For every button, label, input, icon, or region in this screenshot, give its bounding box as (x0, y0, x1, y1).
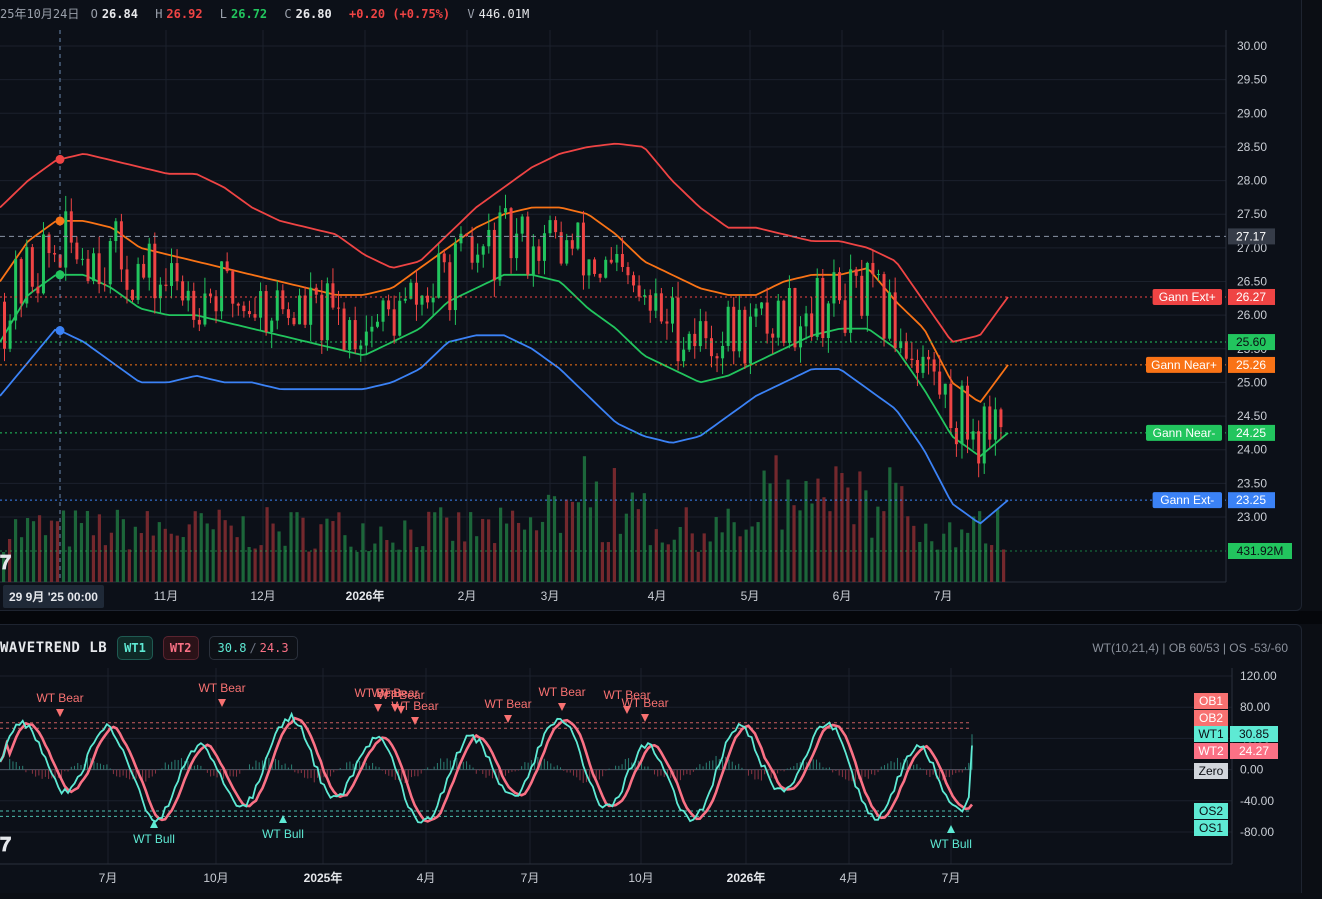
osc-level-label: WT2 (1198, 744, 1224, 758)
wt-bear-arrow (218, 699, 226, 707)
value-separator: / (249, 641, 257, 655)
osc-time-tick: 2026年 (727, 870, 766, 885)
wt-bear-label: WT Bear (36, 691, 83, 705)
tradingview-logo-icon-2[interactable]: 𝟕 (0, 832, 11, 856)
wt-bear-arrow (504, 715, 512, 723)
osc-time-tick: 7月 (942, 871, 961, 885)
open-value: 26.84 (101, 7, 138, 21)
osc-time-tick: 10月 (628, 871, 653, 885)
legend-date: 25年10月24日 (0, 7, 80, 21)
wt-bull-label: WT Bull (930, 837, 972, 851)
osc-value-label: 30.85 (1239, 727, 1269, 741)
close-label: C (284, 7, 292, 21)
wt2-value: 24.3 (259, 641, 289, 655)
low-value: 26.72 (231, 7, 268, 21)
wt-bull-label: WT Bull (262, 827, 304, 841)
osc-time-tick: 4月 (840, 871, 859, 885)
osc-value-label: 24.27 (1239, 744, 1269, 758)
osc-axis-tick: -40.00 (1240, 794, 1274, 808)
wt-bull-arrow (947, 825, 955, 833)
wt1-pill[interactable]: WT1 (117, 636, 153, 660)
indicator-title[interactable]: WAVETREND LB (0, 640, 107, 656)
wt2-pill[interactable]: WT2 (162, 636, 199, 660)
osc-time-tick: 10月 (203, 871, 228, 885)
osc-axis-tick: -80.00 (1240, 825, 1274, 839)
volume-value: 446.01M (478, 7, 530, 21)
osc-level-label: Zero (1199, 764, 1224, 778)
wt-bull-arrow (279, 815, 287, 823)
change-value: +0.20 (+0.75%) (348, 7, 451, 21)
tradingview-logo-icon[interactable]: 𝟕 (0, 550, 11, 574)
wt-bear-arrow (411, 717, 419, 725)
wavetrend-chart[interactable]: 120.0080.0040.000.00-40.00-80.007月10月202… (0, 0, 1322, 899)
wt-bear-arrow (641, 714, 649, 722)
ohlc-legend: 25年10月24日 O 26.84 H 26.92 L 26.72 C 26.80 +0… (0, 5, 539, 22)
wt-bear-arrow (374, 704, 382, 712)
wt-bear-label: WT Bear (621, 696, 668, 710)
osc-level-label: OS1 (1199, 821, 1223, 835)
wt-bear-arrow (56, 709, 64, 717)
close-value: 26.80 (295, 7, 332, 21)
high-value: 26.92 (166, 7, 203, 21)
oscillator-header: WAVETREND LB WT1 WT2 30.8/24.3 (0, 634, 298, 662)
volume-label: V (467, 7, 475, 21)
osc-level-label: OB1 (1199, 694, 1223, 708)
osc-time-tick: 7月 (521, 871, 540, 885)
wt-bear-label: WT Bear (538, 685, 585, 699)
wt-bull-label: WT Bull (133, 832, 175, 846)
wt-bear-label: WT Bear (198, 681, 245, 695)
wt-values-pill: 30.8/24.3 (208, 636, 298, 660)
wt1-value: 30.8 (217, 641, 247, 655)
open-label: O (90, 7, 98, 21)
low-label: L (219, 7, 228, 21)
osc-axis-tick: 120.00 (1240, 669, 1277, 683)
crosshair-date-label: 29 9月 '25 00:00 (3, 585, 104, 608)
osc-level-label: WT1 (1198, 727, 1224, 741)
osc-time-tick: 2025年 (304, 870, 343, 885)
osc-level-label: OB2 (1199, 711, 1223, 725)
osc-axis-tick: 0.00 (1240, 763, 1264, 777)
wt-bear-label: WT Bear (484, 697, 531, 711)
wt-bear-label: WT Bear (391, 699, 438, 713)
osc-time-tick: 7月 (99, 871, 118, 885)
indicator-params: WT(10,21,4) | OB 60/53 | OS -53/-60 (1092, 641, 1288, 655)
osc-time-tick: 4月 (417, 871, 436, 885)
high-label: H (155, 7, 163, 21)
osc-axis-tick: 80.00 (1240, 700, 1270, 714)
osc-level-label: OS2 (1199, 804, 1223, 818)
